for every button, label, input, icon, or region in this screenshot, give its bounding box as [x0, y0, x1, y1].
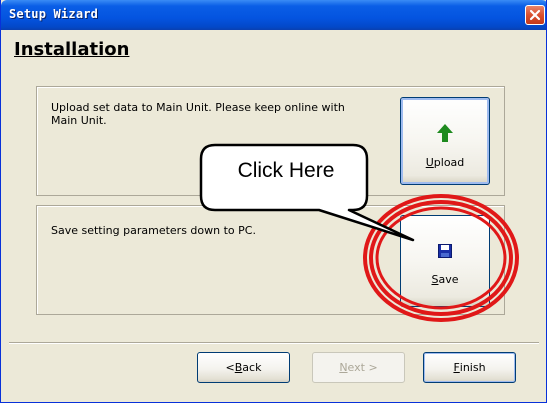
next-button[interactable]: Next >: [312, 352, 405, 383]
highlight-ring: [363, 194, 519, 322]
setup-wizard-window: Setup Wizard Installation Upload set dat…: [0, 0, 547, 403]
callout-text: Click Here: [237, 159, 335, 182]
finish-button[interactable]: Finish: [423, 352, 516, 383]
footer-separator: [9, 342, 539, 344]
back-button[interactable]: < Back: [197, 352, 290, 383]
